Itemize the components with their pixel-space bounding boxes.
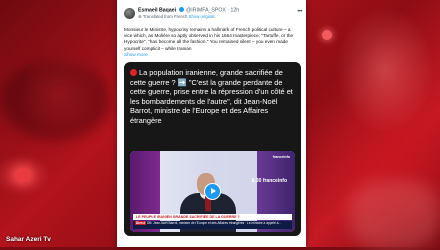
translation-note: ⊕ Translated from French Show original (138, 14, 214, 20)
embedded-headline: La population iranienne, grande sacrifié… (130, 68, 295, 125)
author-line: Esmaeil Baqaei @IRIMFA_SPOX · 12h (138, 7, 239, 14)
tweet-card[interactable]: Esmaeil Baqaei @IRIMFA_SPOX · 12h ⊕ Tran… (117, 0, 306, 247)
background-light-spot (322, 30, 332, 40)
video-thumbnail[interactable]: franceinfo 8.30 franceinfo LE PEUPLE IRA… (130, 151, 295, 232)
more-options-icon[interactable]: ••• (297, 9, 302, 15)
news-banner: LE PEUPLE IRANIEN GRANDE SACRIFIÉE DE LA… (133, 214, 292, 220)
author-handle[interactable]: @IRIMFA_SPOX (186, 8, 226, 14)
show-more-link[interactable]: Show more (124, 52, 148, 57)
ticker-tag: Direct (135, 221, 147, 225)
globe-icon: ⊕ (138, 14, 142, 19)
author-name[interactable]: Esmaeil Baqaei (138, 8, 176, 14)
red-circle-icon (130, 68, 137, 76)
timestamp[interactable]: · 12h (227, 8, 239, 14)
embedded-post-image[interactable]: La population iranienne, grande sacrifié… (124, 62, 301, 236)
channel-watermark: Sahar Azeri Tv (6, 236, 51, 243)
translated-label: Translated from French (142, 14, 188, 19)
news-ticker: Direct DB: Jean-Noël Barrot, ministre de… (133, 221, 292, 229)
show-original-link[interactable]: Show original (189, 14, 215, 19)
background-shadow (0, 60, 110, 140)
tweet-header: Esmaeil Baqaei @IRIMFA_SPOX · 12h ⊕ Tran… (117, 0, 306, 24)
channel-logo: franceinfo (272, 155, 290, 159)
background-highlight (350, 180, 440, 250)
play-icon[interactable] (204, 183, 221, 200)
ticker-text: DB: Jean-Noël Barrot, ministre de l'Euro… (146, 221, 282, 225)
tweet-text: Monsieur le Ministre, hypocrisy remains … (124, 27, 294, 51)
avatar[interactable] (124, 8, 135, 19)
embedded-headline-text: La population iranienne, grande sacrifié… (130, 68, 293, 125)
verified-badge-icon (178, 7, 184, 12)
background-light-spot (15, 168, 31, 182)
channel-clock: 8.30 franceinfo (251, 178, 287, 184)
